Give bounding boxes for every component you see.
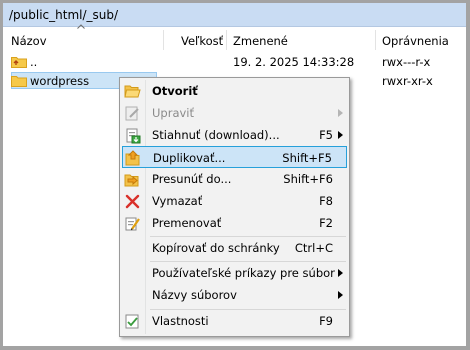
delete-icon (125, 194, 140, 209)
menu-item-duplicate[interactable]: Duplikovať... Shift+F5 (122, 146, 347, 168)
folder-open-icon (124, 85, 141, 98)
menu-item-move[interactable]: Presunúť do... Shift+F6 (122, 168, 347, 190)
column-header-size[interactable]: Veľkosť (164, 30, 226, 52)
submenu-arrow-icon (338, 269, 343, 277)
menu-item-properties[interactable]: Vlastnosti F9 (122, 310, 347, 332)
row-modified: 19. 2. 2025 14:33:28 (233, 55, 355, 69)
context-menu: Otvoriť Upraviť Stiahnuť (download)... F… (119, 77, 350, 337)
menu-item-edit[interactable]: Upraviť (122, 102, 347, 124)
properties-icon (125, 314, 139, 329)
menu-item-delete[interactable]: Vymazať F8 (122, 190, 347, 212)
row-permissions: rwxr-xr-x (382, 74, 433, 88)
submenu-arrow-icon (338, 291, 343, 299)
row-name: .. (30, 55, 38, 69)
menu-item-open[interactable]: Otvoriť (122, 80, 347, 102)
current-path: /public_html/_sub/ (9, 8, 119, 22)
submenu-arrow-icon (338, 131, 343, 139)
sort-ascending-icon[interactable] (77, 24, 85, 29)
download-icon (126, 128, 141, 144)
parent-folder-icon (11, 57, 27, 68)
row-permissions: rwx---r-x (382, 55, 431, 69)
menu-item-file-names[interactable]: Názvy súborov (122, 284, 347, 306)
column-header-name[interactable]: Názov (3, 30, 163, 52)
table-row-parent[interactable]: .. 19. 2. 2025 14:33:28 rwx---r-x (3, 52, 466, 72)
menu-item-custom-commands[interactable]: Používateľské príkazy pre súbor (122, 262, 347, 284)
rename-icon (125, 217, 140, 231)
path-bar[interactable]: /public_html/_sub/ (3, 3, 466, 27)
edit-icon (125, 106, 139, 121)
menu-item-copy-clipboard[interactable]: Kopírovať do schránky Ctrl+C (122, 237, 347, 259)
column-header-permissions[interactable]: Oprávnenia (376, 30, 466, 52)
menu-item-download[interactable]: Stiahnuť (download)... F5 (122, 124, 347, 146)
menu-item-rename[interactable]: Premenovať F2 (122, 212, 347, 234)
duplicate-icon (125, 150, 140, 166)
row-name: wordpress (30, 74, 90, 88)
folder-icon (11, 76, 27, 87)
column-header-modified[interactable]: Zmenené (227, 30, 375, 52)
submenu-arrow-icon (338, 109, 343, 117)
move-icon (124, 174, 139, 187)
